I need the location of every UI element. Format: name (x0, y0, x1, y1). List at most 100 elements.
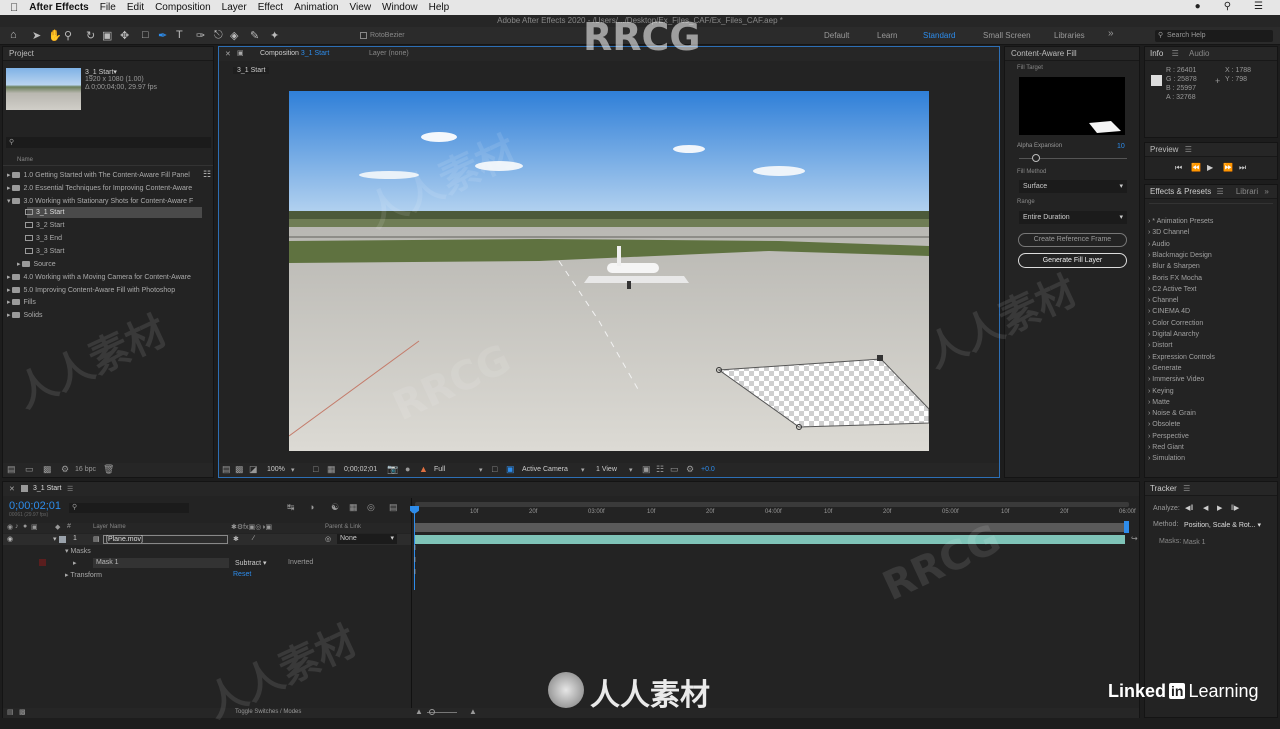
project-item[interactable]: 3_3 Start (25, 248, 64, 255)
solo-icon[interactable]: ● (23, 523, 27, 530)
zoom-tool-icon[interactable]: ⚲ (64, 29, 72, 42)
tab-composition[interactable]: Composition 3_1 Start (260, 50, 329, 57)
frame-blending-icon[interactable]: ▦ (349, 502, 358, 513)
effects-category-item[interactable]: › Distort (1148, 342, 1173, 349)
menu-list-icon[interactable]: ☰ (1254, 1, 1263, 12)
mask-vertex-handle[interactable] (877, 355, 883, 361)
zoom-out-icon[interactable]: ▲ (415, 707, 423, 716)
tab-info[interactable]: Info (1150, 49, 1163, 58)
work-area-end-handle[interactable] (1124, 521, 1129, 533)
time-ruler[interactable]: 0f10f20f03:00f10f20f04:00f10f20f05:00f10… (411, 508, 1136, 520)
masks-group[interactable]: ▾ Masks (65, 547, 91, 555)
bit-depth[interactable]: 16 bpc (75, 466, 96, 473)
effects-category-item[interactable]: › C2 Active Text (1148, 286, 1197, 293)
shy-switch-icon[interactable]: ✱ (233, 535, 239, 543)
pen-tool-icon[interactable]: ✒ (158, 29, 167, 42)
tab-effects-presets[interactable]: Effects & Presets (1150, 187, 1211, 196)
timeline-timecode[interactable]: 0;00;02;01 (9, 500, 61, 512)
menu-list-icon[interactable]: ☰ (1172, 49, 1179, 58)
project-item[interactable]: ▸ Source (17, 260, 56, 268)
range-dropdown[interactable]: Entire Duration ▾ (1019, 211, 1127, 224)
effects-category-item[interactable]: › Simulation (1148, 455, 1185, 462)
menu-view[interactable]: View (350, 2, 372, 13)
transparency-grid-icon[interactable]: ▦ (327, 464, 336, 475)
expand-chevron-icon[interactable]: ▾ (53, 535, 57, 543)
eye-icon[interactable]: ◉ (7, 523, 13, 531)
show-snapshot-icon[interactable]: ● (405, 464, 410, 474)
toggle-switches-modes[interactable]: Toggle Switches / Modes (235, 709, 301, 715)
menu-help[interactable]: Help (429, 2, 450, 13)
always-preview-icon[interactable]: ▤ (222, 464, 231, 475)
menu-effect[interactable]: Effect (258, 2, 283, 13)
layer-duration-bar[interactable] (415, 535, 1125, 544)
snapshot-icon[interactable]: 📷 (387, 464, 398, 475)
region-of-interest-icon[interactable]: □ (313, 464, 318, 474)
project-item[interactable]: ▾ 3.0 Working with Stationary Shots for … (7, 197, 193, 205)
effects-category-item[interactable]: › Matte (1148, 399, 1170, 406)
composition-mini-flowchart-icon[interactable]: ↹ (287, 502, 295, 513)
quality-switch-icon[interactable]: ∕ (253, 535, 254, 542)
effects-category-item[interactable]: › Color Correction (1148, 320, 1203, 327)
tab-audio[interactable]: Audio (1189, 49, 1209, 58)
play-icon[interactable]: ▶ (1207, 163, 1213, 172)
menu-layer[interactable]: Layer (222, 2, 247, 13)
parent-link-header[interactable]: Parent & Link (325, 524, 361, 530)
workspace-small-screen[interactable]: Small Screen (983, 31, 1031, 40)
camera-tool-icon[interactable]: ▣ (102, 29, 112, 42)
preview-title[interactable]: Preview ☰ (1145, 143, 1277, 157)
timeline-tab[interactable]: 3_1 Start (33, 485, 61, 492)
workspace-default[interactable]: Default (824, 31, 849, 40)
work-area-bar[interactable] (415, 523, 1129, 532)
new-composition-icon[interactable]: ▩ (43, 464, 52, 475)
project-item[interactable]: ▸ 4.0 Working with a Moving Camera for C… (7, 273, 191, 281)
menu-file[interactable]: File (100, 2, 116, 13)
toggle-pixel-aspect-icon[interactable]: ▣ (642, 464, 651, 475)
effects-category-item[interactable]: › Obsolete (1148, 421, 1180, 428)
first-frame-icon[interactable]: ⏮ (1175, 163, 1182, 173)
effects-category-item[interactable]: › Audio (1148, 241, 1170, 248)
flowchart-icon[interactable]: ☷ (203, 169, 211, 180)
transform-group[interactable]: ▸ Transform (65, 571, 102, 579)
effects-category-item[interactable]: › Keying (1148, 388, 1174, 395)
project-panel-title[interactable]: Project (3, 47, 213, 61)
fill-method-dropdown[interactable]: Surface ▾ (1019, 180, 1127, 193)
chevron-down-icon[interactable]: ▾ (479, 466, 483, 474)
project-item[interactable]: ▸ Solids (7, 311, 43, 319)
search-help-input[interactable]: ⚲ Search Help (1155, 30, 1273, 42)
interpret-footage-icon[interactable]: ▤ (7, 464, 16, 475)
roto-brush-tool-icon[interactable]: ✎ (250, 29, 259, 42)
create-reference-frame-button[interactable]: Create Reference Frame (1018, 233, 1127, 247)
layer-name-header[interactable]: Layer Name (93, 524, 126, 530)
draft-3d-icon[interactable]: ◑ (309, 502, 314, 512)
menu-list-icon[interactable]: ☰ (1216, 187, 1223, 196)
effects-category-item[interactable]: › Blur & Sharpen (1148, 263, 1200, 270)
more-workspaces-icon[interactable]: » (1108, 28, 1114, 39)
chevron-down-icon[interactable]: ▾ (581, 466, 585, 474)
camera-dropdown[interactable]: Active Camera (522, 466, 568, 473)
brush-tool-icon[interactable]: ✑ (196, 29, 205, 42)
workspace-libraries[interactable]: Libraries (1054, 31, 1085, 40)
pan-behind-tool-icon[interactable]: ✥ (120, 29, 129, 42)
mask-name-field[interactable]: Mask 1 (93, 558, 229, 568)
menu-edit[interactable]: Edit (127, 2, 144, 13)
effects-category-item[interactable]: › Digital Anarchy (1148, 331, 1199, 338)
motion-blur-icon[interactable]: ◎ (367, 502, 375, 513)
mask-color-swatch[interactable] (39, 559, 46, 566)
mask-expand-chevron-icon[interactable]: ▸ (73, 559, 77, 567)
rotate-tool-icon[interactable]: ↻ (86, 29, 95, 42)
rotobezier-checkbox[interactable] (360, 32, 367, 39)
project-item[interactable]: ▸ 5.0 Improving Content-Aware Fill with … (7, 286, 175, 294)
close-tab-icon[interactable]: ✕ (9, 485, 15, 493)
tab-layer[interactable]: Layer (none) (369, 50, 409, 57)
last-frame-icon[interactable]: ⏭ (1239, 163, 1246, 173)
composition-breadcrumb[interactable]: 3_1 Start (233, 67, 270, 74)
parent-dropdown[interactable]: None ▾ (337, 534, 397, 544)
effects-category-item[interactable]: › 3D Channel (1148, 229, 1189, 236)
project-search-input[interactable]: ⚲ (6, 137, 211, 148)
tracker-title[interactable]: Tracker ☰ (1145, 482, 1277, 496)
analyze-backward-one-icon[interactable]: ◀‖ (1185, 504, 1193, 512)
settings-icon[interactable]: ⚙ (61, 464, 69, 475)
project-item[interactable]: 3_3 End (25, 235, 62, 242)
effects-category-item[interactable]: › Perspective (1148, 433, 1189, 440)
thumb-name[interactable]: 3_1 Start▾ (85, 68, 117, 76)
